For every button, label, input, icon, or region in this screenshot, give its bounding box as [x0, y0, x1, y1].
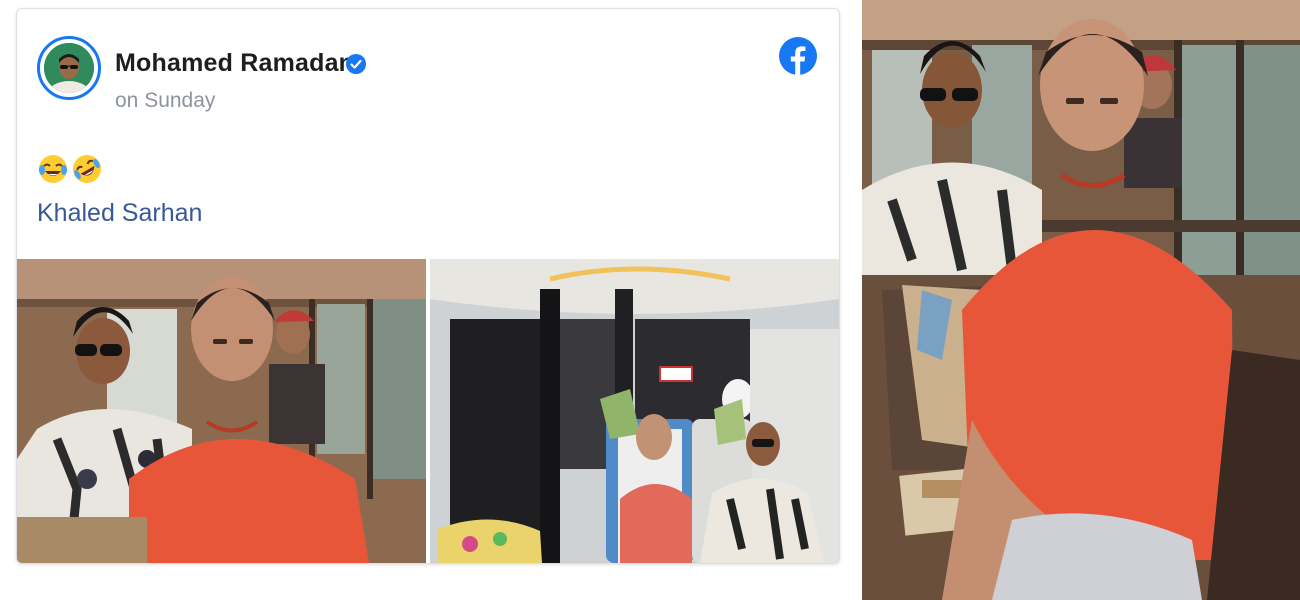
author-name[interactable]: Mohamed Ramadan: [115, 49, 354, 78]
bus-photo[interactable]: [17, 259, 426, 563]
face-with-tears-of-joy-icon: [39, 155, 67, 183]
verified-badge-icon: [346, 54, 366, 74]
jet-photo[interactable]: [430, 259, 839, 563]
rolling-on-the-floor-laughing-icon: [73, 155, 101, 183]
tagged-person-link[interactable]: Khaled Sarhan: [37, 199, 202, 228]
avatar-photo: [44, 43, 94, 93]
post-emojis: [37, 153, 103, 187]
facebook-post-card: Mohamed Ramadan on Sunday Khaled Sarhan: [16, 8, 840, 564]
facebook-icon[interactable]: [778, 36, 818, 76]
post-timestamp[interactable]: on Sunday: [115, 89, 215, 113]
post-header: Mohamed Ramadan on Sunday: [17, 9, 839, 129]
photo-grid: [17, 259, 839, 563]
side-bus-photo[interactable]: [862, 0, 1300, 600]
avatar[interactable]: [37, 36, 101, 100]
